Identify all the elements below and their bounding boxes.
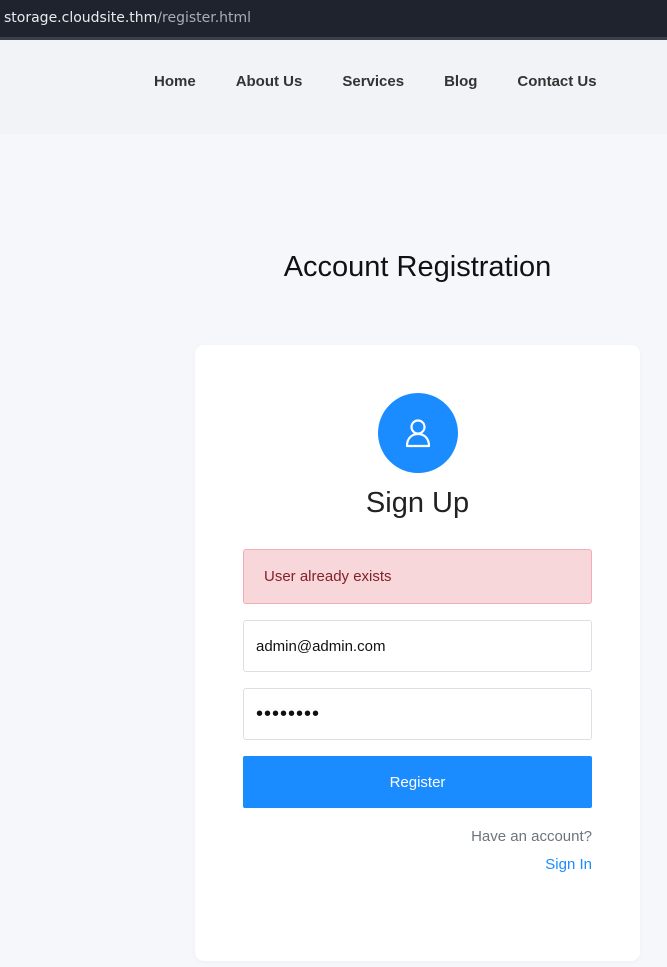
- browser-address-bar[interactable]: storage.cloudsite.thm/register.html: [0, 0, 667, 40]
- page-title: Account Registration: [283, 251, 552, 283]
- register-button[interactable]: Register: [243, 756, 592, 808]
- have-account-text: Have an account?: [471, 828, 592, 845]
- url-text[interactable]: storage.cloudsite.thm/register.html: [4, 10, 251, 26]
- password-field[interactable]: [243, 688, 592, 740]
- avatar: [378, 393, 458, 473]
- nav-item-blog[interactable]: Blog: [444, 73, 477, 90]
- nav-item-home[interactable]: Home: [154, 73, 196, 90]
- sign-in-link[interactable]: Sign In: [545, 856, 592, 873]
- signup-title: Sign Up: [365, 487, 470, 519]
- email-field[interactable]: [243, 620, 592, 672]
- nav-menu: Home About Us Services Blog Contact Us: [154, 73, 597, 90]
- signup-card: Sign Up User already exists Register Hav…: [195, 345, 640, 961]
- nav-item-about-us[interactable]: About Us: [236, 73, 303, 90]
- url-host: storage.cloudsite.thm: [4, 10, 158, 26]
- nav-item-contact-us[interactable]: Contact Us: [517, 73, 596, 90]
- top-navbar: Home About Us Services Blog Contact Us: [0, 40, 667, 134]
- nav-item-services[interactable]: Services: [342, 73, 404, 90]
- error-alert: User already exists: [243, 549, 592, 604]
- user-icon: [405, 419, 431, 448]
- url-path: /register.html: [157, 10, 252, 26]
